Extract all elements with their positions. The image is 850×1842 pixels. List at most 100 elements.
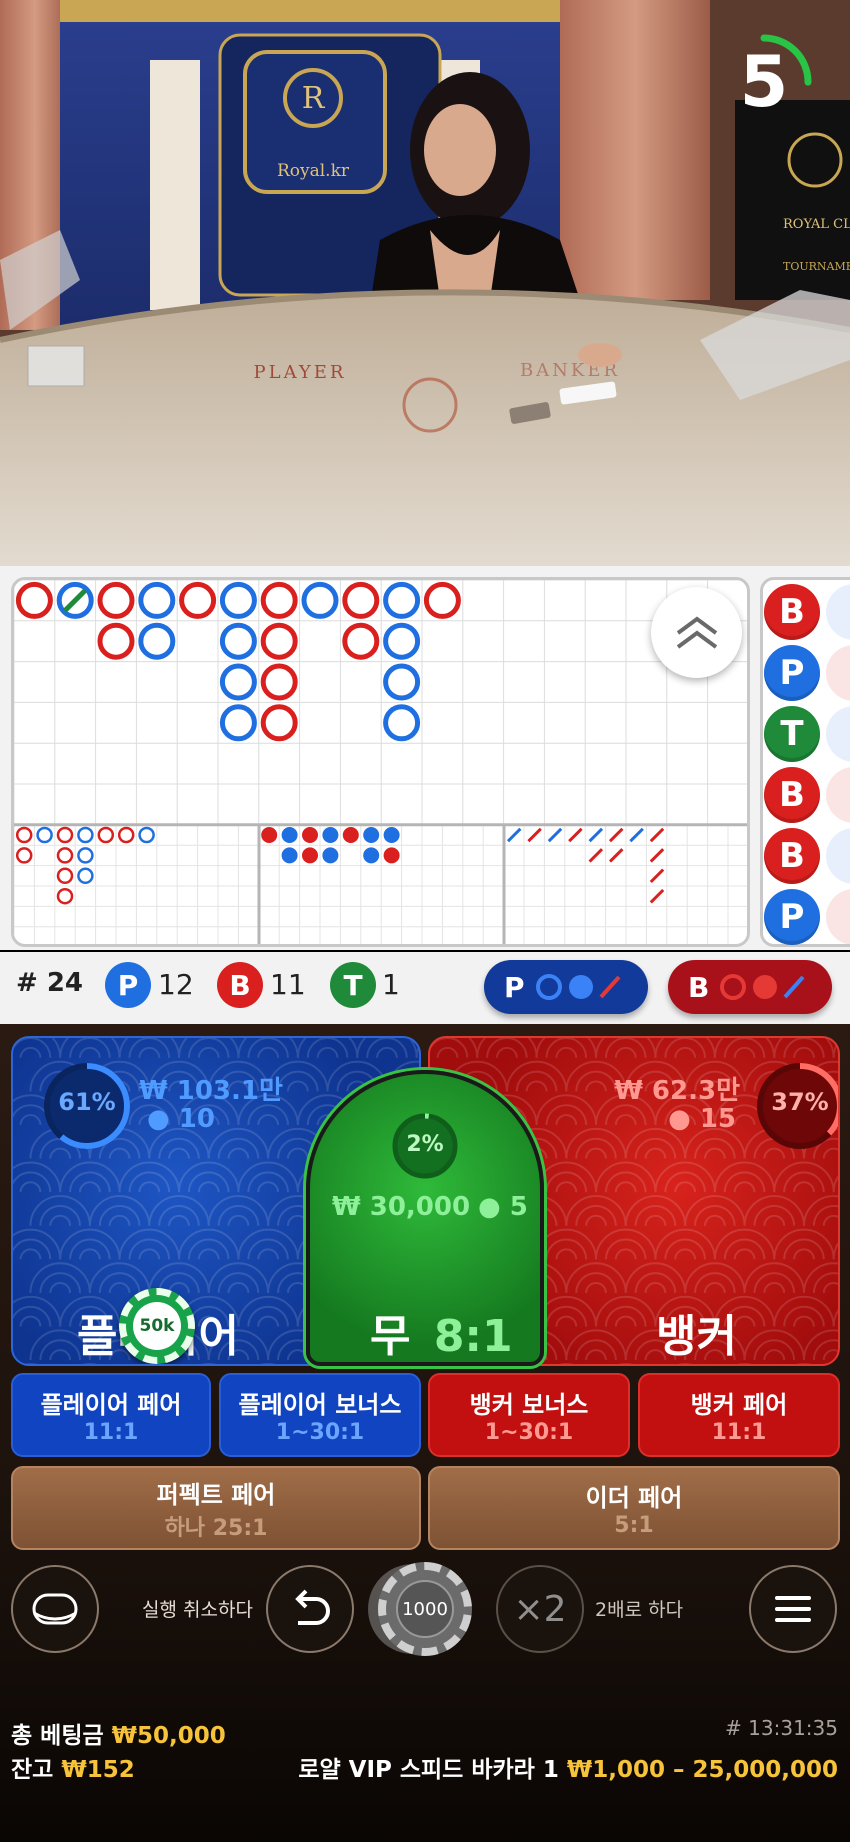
big-eye-road-mark bbox=[97, 826, 115, 844]
tie-wins-count: 1 bbox=[382, 968, 400, 1001]
big-road-mark bbox=[260, 622, 298, 660]
placed-chip-50k[interactable]: 50k bbox=[119, 1288, 195, 1364]
small-road-mark bbox=[363, 827, 380, 843]
banker-prediction-label: B bbox=[688, 970, 710, 1004]
tie-odds: 8:1 bbox=[433, 1311, 513, 1362]
big-road-mark bbox=[97, 581, 135, 619]
side-road-chip: B bbox=[764, 584, 820, 640]
player-pair-bet[interactable]: 플레이어 페어 11:1 bbox=[11, 1373, 211, 1457]
menu-button[interactable] bbox=[749, 1565, 837, 1653]
undo-button[interactable] bbox=[266, 1565, 354, 1653]
banker-pair-odds: 11:1 bbox=[711, 1420, 767, 1445]
big-road-mark bbox=[383, 622, 421, 660]
big-road-mark bbox=[219, 581, 257, 619]
big-eye-road-mark bbox=[56, 887, 74, 905]
double-chevron-up-icon bbox=[676, 616, 717, 649]
banker-bonus-bet[interactable]: 뱅커 보너스 1~30:1 bbox=[428, 1373, 630, 1457]
double-button[interactable]: ×2 bbox=[496, 1565, 584, 1653]
player-bonus-label: 플레이어 보너스 bbox=[238, 1391, 402, 1419]
banker-prediction-button[interactable]: B bbox=[668, 960, 832, 1014]
cockroach-road-mark bbox=[649, 827, 665, 843]
balance-label: 잔고 bbox=[11, 1757, 54, 1783]
tie-label: 무 bbox=[370, 1311, 411, 1362]
table-view-button[interactable] bbox=[11, 1565, 99, 1653]
small-road-mark bbox=[302, 827, 318, 843]
tie-bet-zone[interactable]: 2% ₩ 30,000 ● 5 무 8:1 bbox=[306, 1070, 544, 1366]
cockroach-road-mark bbox=[608, 827, 624, 843]
either-pair-bet[interactable]: 이더 페어 5:1 bbox=[428, 1466, 840, 1550]
big-road-mark bbox=[219, 622, 257, 660]
tie-bettor-count: 5 bbox=[509, 1192, 528, 1222]
placed-chip-value: 50k bbox=[133, 1302, 181, 1350]
table-info: 로얄 VIP 스피드 바카라 1 ₩1,000 – 25,000,000 bbox=[298, 1750, 838, 1784]
big-road-mark bbox=[383, 663, 421, 701]
tie-mark bbox=[63, 588, 88, 613]
side-road-chip: P bbox=[764, 889, 820, 945]
big-eye-road-mark bbox=[36, 826, 53, 844]
big-road-mark bbox=[138, 622, 176, 660]
big-eye-road-mark bbox=[56, 826, 74, 844]
banker-bettors: ● 15 bbox=[668, 1104, 736, 1134]
player-bonus-bet[interactable]: 플레이어 보너스 1~30:1 bbox=[219, 1373, 421, 1457]
big-eye-road-mark bbox=[77, 826, 94, 844]
big-eye-road-mark bbox=[15, 847, 33, 864]
big-road-mark bbox=[138, 581, 176, 619]
tie-wins-chip: T bbox=[330, 962, 376, 1008]
person-icon: ● bbox=[478, 1192, 501, 1222]
bead-road bbox=[11, 577, 750, 947]
tie-title: 무 8:1 bbox=[370, 1300, 513, 1362]
side-sign-line1: ROYAL CLA bbox=[783, 217, 850, 232]
undo-icon bbox=[295, 1589, 330, 1625]
logo-letter: R bbox=[302, 81, 326, 116]
side-road-chip: P bbox=[764, 645, 820, 701]
big-eye-road-mark bbox=[138, 826, 155, 844]
logo-text: Royal.kr bbox=[277, 161, 350, 181]
big-road-mark bbox=[383, 581, 421, 619]
player-pair-odds: 11:1 bbox=[83, 1420, 139, 1445]
chip-selector[interactable]: 1000 bbox=[368, 1560, 482, 1658]
big-eye-road-mark bbox=[77, 847, 94, 864]
selected-chip-value: 1000 bbox=[396, 1580, 454, 1638]
small-road-mark bbox=[322, 847, 339, 864]
banker-pair-label: 뱅커 페어 bbox=[690, 1391, 788, 1419]
cockroach-road-mark bbox=[527, 827, 542, 843]
banker-pair-bet[interactable]: 뱅커 페어 11:1 bbox=[638, 1373, 840, 1457]
small-road-mark bbox=[383, 827, 400, 843]
big-eye-road-mark bbox=[56, 847, 74, 864]
total-bet-label: 총 베팅금 bbox=[11, 1723, 104, 1749]
big-road-mark bbox=[15, 581, 53, 619]
big-road-mark bbox=[260, 704, 298, 742]
person-icon: ● bbox=[147, 1104, 170, 1134]
big-road-mark bbox=[97, 622, 135, 660]
tie-percent: 2% bbox=[406, 1132, 444, 1157]
big-road-mark bbox=[342, 581, 380, 619]
big-eye-road-mark bbox=[117, 826, 135, 844]
small-road-mark bbox=[383, 847, 400, 864]
side-road-chip: B bbox=[764, 828, 820, 884]
total-bet: 총 베팅금 ₩50,000 bbox=[11, 1716, 226, 1750]
player-bonus-odds: 1~30:1 bbox=[275, 1420, 365, 1445]
side-sign-line2: TOURNAMEN bbox=[783, 260, 850, 273]
perfect-pair-bet[interactable]: 퍼펙트 페어 하나 25:1 bbox=[11, 1466, 421, 1550]
player-prediction-button[interactable]: P bbox=[484, 960, 648, 1014]
table-limits: ₩1,000 – 25,000,000 bbox=[566, 1757, 838, 1783]
player-bettors: ● 10 bbox=[147, 1104, 215, 1134]
balance: 잔고 ₩152 bbox=[11, 1750, 135, 1784]
small-road-mark bbox=[281, 847, 298, 864]
small-road-mark bbox=[363, 847, 380, 864]
either-pair-odds: 5:1 bbox=[614, 1513, 654, 1538]
small-road-mark bbox=[342, 827, 359, 843]
table-name: 로얄 VIP 스피드 바카라 1 bbox=[298, 1757, 559, 1783]
big-road-mark bbox=[219, 704, 257, 742]
big-road-mark bbox=[342, 622, 380, 660]
player-wins-chip: P bbox=[105, 962, 151, 1008]
small-road-mark bbox=[261, 827, 278, 843]
undo-label: 실행 취소하다 bbox=[142, 1599, 253, 1621]
tie-amount: ₩ 30,000 bbox=[332, 1192, 471, 1222]
player-prediction-icons bbox=[535, 974, 621, 1000]
big-road-mark bbox=[383, 704, 421, 742]
collapse-roadmap-button[interactable] bbox=[651, 587, 742, 678]
big-eye-road-mark bbox=[77, 867, 94, 885]
round-id: # 13:31:35 bbox=[725, 1716, 838, 1740]
banker-wins-chip: B bbox=[217, 962, 263, 1008]
